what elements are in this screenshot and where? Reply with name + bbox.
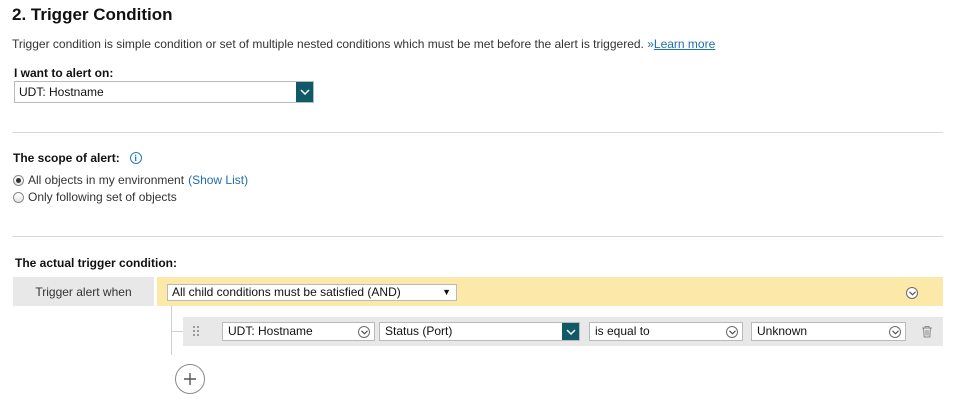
trigger-when-box: Trigger alert when [13,277,154,306]
chevron-down-icon [300,89,310,95]
condition-value-select[interactable]: Unknown [751,322,906,341]
condition-operator-select[interactable]: is equal to [589,322,743,341]
condition-field-value: Status (Port) [385,324,453,338]
drag-handle-icon[interactable] [192,325,200,337]
show-list-link[interactable]: (Show List) [188,173,248,187]
alert-on-dropdown-button[interactable] [296,82,313,102]
scope-option-all[interactable]: All objects in my environment (Show List… [13,173,248,187]
condition-operator-value: is equal to [595,324,650,338]
condition-object-value: UDT: Hostname [228,324,313,338]
description-text: Trigger condition is simple condition or… [12,37,644,51]
alert-on-value: UDT: Hostname [19,85,104,99]
condition-object-select[interactable]: UDT: Hostname [222,322,375,341]
learn-more-link[interactable]: Learn more [654,37,715,51]
section-title: 2. Trigger Condition [12,5,173,24]
radio-following-objects[interactable] [13,191,24,203]
chevron-down-icon [566,328,576,335]
chevron-down-icon [908,290,916,296]
group-logic-value: All child conditions must be satisfied (… [172,285,401,299]
condition-field-dropdown-button[interactable] [562,323,579,340]
scope-label: The scope of alert: [13,151,120,165]
caret-down-icon: ▼ [442,287,451,297]
section-description: Trigger condition is simple condition or… [12,37,715,51]
alert-on-select[interactable]: UDT: Hostname [14,81,314,103]
trigger-label: The actual trigger condition: [15,256,178,270]
alert-on-label: I want to alert on: [14,66,114,80]
trash-icon[interactable] [921,325,933,338]
radio-all-objects[interactable] [13,174,24,186]
condition-field-select[interactable]: Status (Port) [379,322,580,341]
divider [12,236,943,237]
scope-option-all-label: All objects in my environment [28,173,185,187]
chevron-down-icon [358,326,370,338]
learn-more-prefix: » [647,37,654,51]
chevron-down-icon [726,326,738,338]
info-icon[interactable]: i [129,152,142,164]
scope-header: The scope of alert: i [13,151,142,165]
scope-option-following-label: Only following set of objects [28,190,177,204]
scope-option-following[interactable]: Only following set of objects [13,190,177,204]
add-condition-button[interactable] [175,364,205,394]
group-options-button[interactable] [906,287,918,299]
plus-icon [184,373,196,385]
chevron-down-icon [889,326,901,338]
trigger-when-label: Trigger alert when [35,284,132,299]
divider [12,132,943,133]
condition-value-value: Unknown [757,324,808,338]
tree-line [171,331,183,332]
group-logic-select[interactable]: All child conditions must be satisfied (… [167,284,457,301]
